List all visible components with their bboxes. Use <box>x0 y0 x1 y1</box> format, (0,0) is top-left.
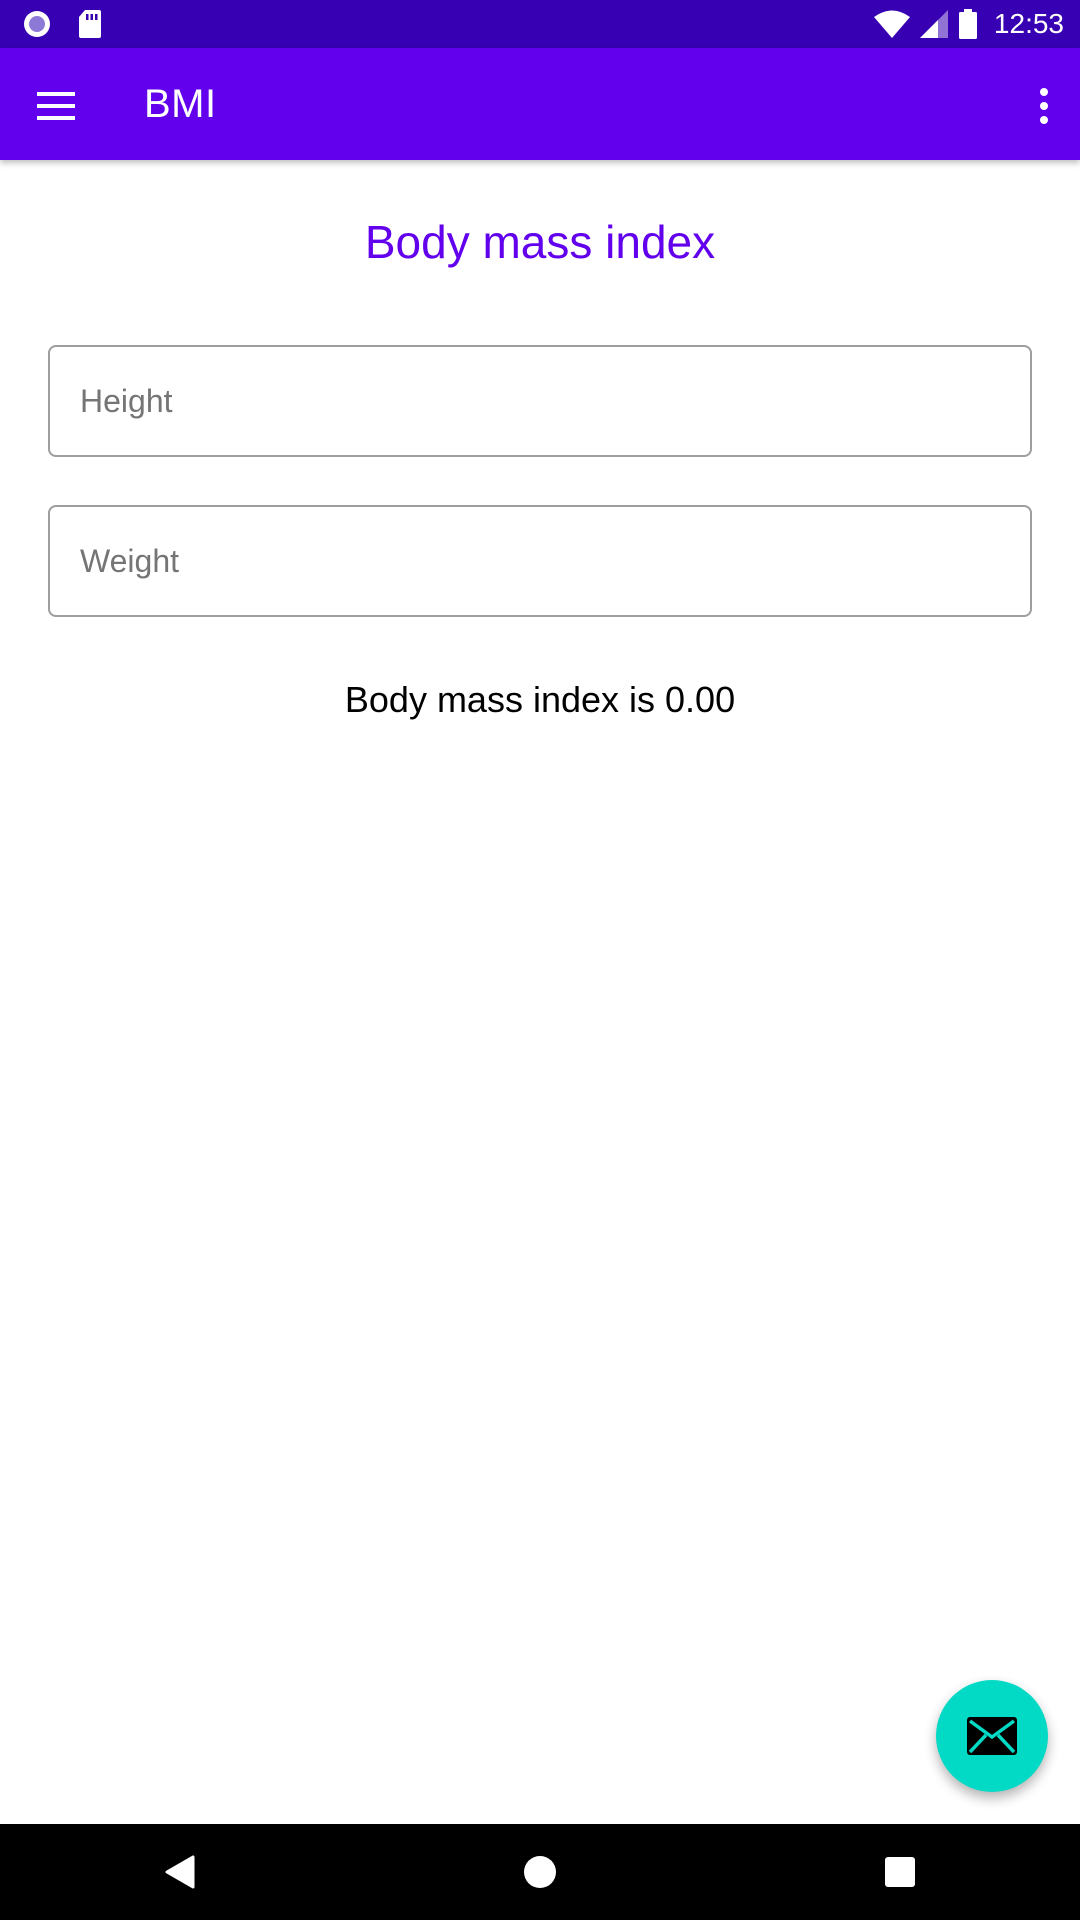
bmi-result-text: Body mass index is 0.00 <box>344 679 736 720</box>
wifi-icon <box>873 10 910 38</box>
nav-back-button[interactable] <box>150 1842 210 1902</box>
weight-field[interactable] <box>48 505 1032 617</box>
navigation-bar <box>0 1824 1080 1920</box>
record-icon <box>22 9 52 39</box>
menu-button[interactable] <box>20 70 92 142</box>
app-bar: BMI <box>0 48 1080 160</box>
status-right: 12:53 <box>873 0 1064 48</box>
weight-input[interactable] <box>50 507 1030 615</box>
more-vert-icon <box>1039 88 1049 124</box>
screen: 12:53 BMI Body mass index Height Weight … <box>0 0 1080 1920</box>
recents-icon <box>885 1857 915 1887</box>
height-input[interactable] <box>50 347 1030 455</box>
page-title: Body mass index <box>364 216 716 268</box>
status-left <box>22 0 102 48</box>
mail-fab-button[interactable] <box>936 1680 1048 1792</box>
battery-icon <box>958 9 978 39</box>
app-title: BMI <box>144 82 217 126</box>
home-icon <box>523 1855 557 1889</box>
nav-home-button[interactable] <box>510 1842 570 1902</box>
status-time: 12:53 <box>993 8 1064 39</box>
back-icon <box>165 1855 195 1889</box>
height-field[interactable] <box>48 345 1032 457</box>
cell-signal-icon <box>919 10 948 38</box>
mail-icon <box>967 1717 1017 1755</box>
sd-card-icon <box>78 9 102 39</box>
hamburger-menu-icon <box>37 92 75 120</box>
overflow-menu-button[interactable] <box>1016 70 1072 142</box>
nav-recents-button[interactable] <box>870 1842 930 1902</box>
status-bar: 12:53 <box>0 0 1080 48</box>
